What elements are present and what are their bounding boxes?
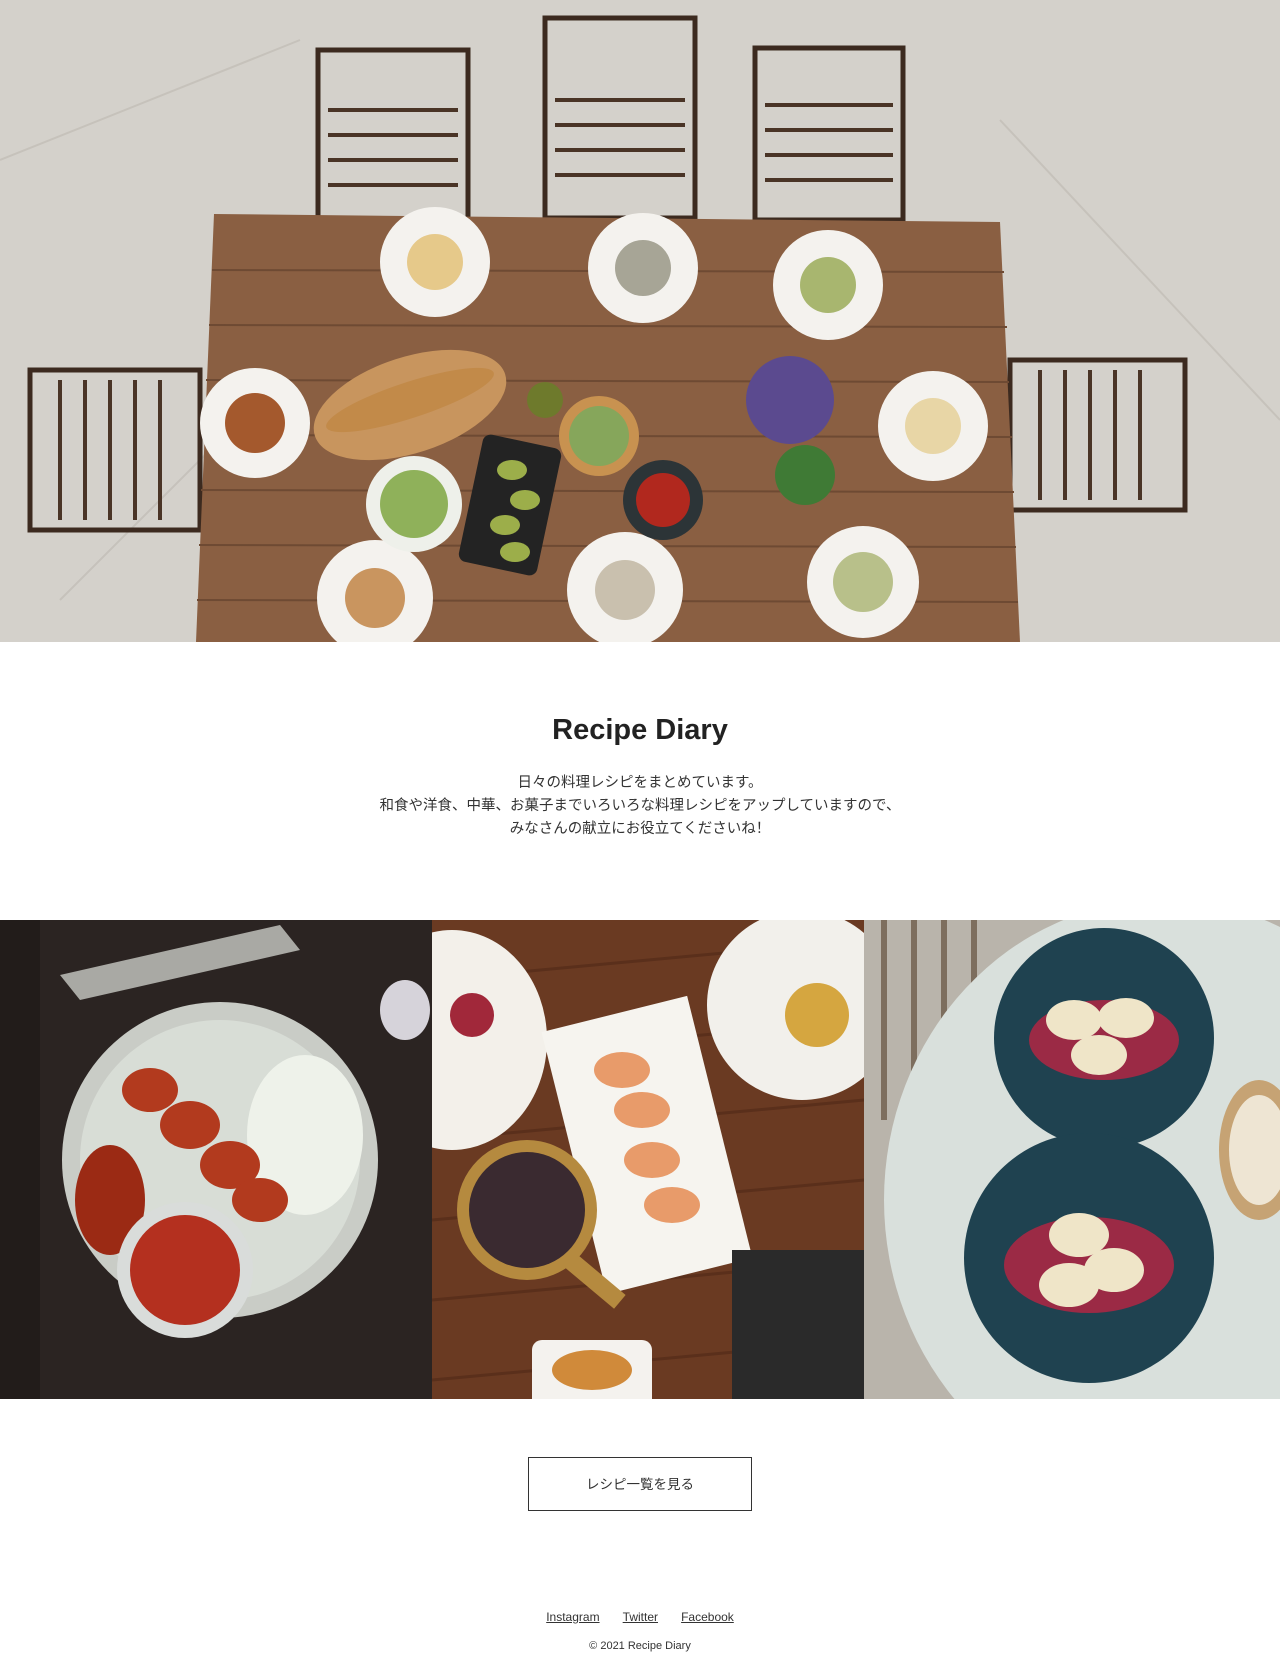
copyright: © 2021 Recipe Diary: [589, 1640, 691, 1652]
gallery-photo-kebab: [0, 920, 432, 1399]
twitter-link[interactable]: Twitter: [623, 1610, 658, 1624]
social-links: Instagram Twitter Facebook: [0, 1606, 1280, 1625]
intro-section: Recipe Diary 日々の料理レシピをまとめています。 和食や洋食、中華、…: [0, 642, 1280, 920]
intro-line: 日々の料理レシピをまとめています。: [517, 775, 763, 791]
gallery-photo-ravioli: [864, 920, 1280, 1399]
intro-line: 和食や洋食、中華、お菓子までいろいろな料理レシピをアップしていますので、: [379, 798, 901, 814]
photo-gallery: [0, 920, 1280, 1399]
dining-table-illustration: [0, 0, 1280, 642]
site-title: Recipe Diary: [552, 714, 728, 746]
intro-line: みなさんの献立にお役立てくださいね！: [509, 821, 771, 837]
view-recipes-button[interactable]: レシピ一覧を見る: [528, 1457, 752, 1511]
instagram-link[interactable]: Instagram: [546, 1610, 599, 1624]
intro-text: 日々の料理レシピをまとめています。 和食や洋食、中華、お菓子までいろいろな料理レ…: [0, 772, 1280, 841]
footer: Instagram Twitter Facebook © 2021 Recipe…: [0, 1606, 1280, 1652]
facebook-link[interactable]: Facebook: [681, 1610, 734, 1624]
gallery-photo-shrimp: [432, 920, 864, 1399]
button-area: レシピ一覧を見る: [0, 1457, 1280, 1511]
hero-image: [0, 0, 1280, 642]
